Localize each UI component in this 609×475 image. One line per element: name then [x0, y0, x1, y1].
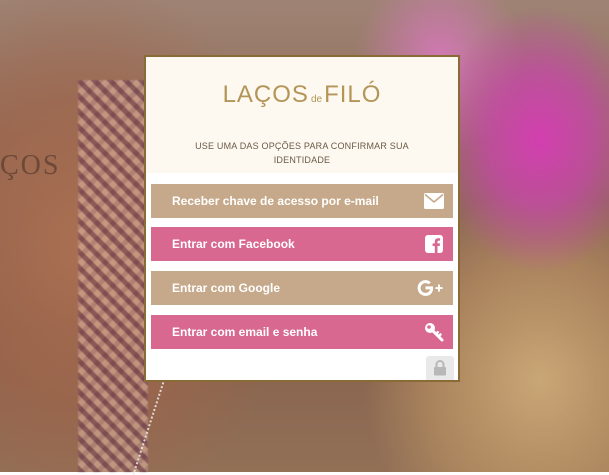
envelope-icon — [423, 190, 445, 212]
login-dialog: LAÇOS deFILÓ USE UMA DAS OPÇÕES PARA CONF… — [144, 55, 460, 382]
key-icon — [423, 321, 445, 343]
email-key-button[interactable]: Receber chave de acesso por e-mail — [151, 184, 453, 218]
brand-logo: LAÇOS deFILÓ — [146, 81, 458, 109]
dialog-header: LAÇOS deFILÓ USE UMA DAS OPÇÕES PARA CONF… — [146, 57, 458, 173]
logo-part-2: de — [310, 94, 323, 105]
facebook-button-label: Entrar com Facebook — [172, 237, 295, 251]
background-text: ÇOS — [0, 150, 61, 181]
facebook-login-button[interactable]: Entrar com Facebook — [151, 227, 453, 261]
google-plus-icon — [417, 277, 445, 299]
email-key-button-label: Receber chave de acesso por e-mail — [172, 194, 379, 208]
google-button-label: Entrar com Google — [172, 281, 281, 295]
email-password-login-button[interactable]: Entrar com email e senha — [151, 315, 453, 349]
email-password-button-label: Entrar com email e senha — [172, 325, 318, 339]
lock-icon — [426, 356, 454, 380]
google-login-button[interactable]: Entrar com Google — [151, 271, 453, 305]
logo-part-1: LAÇOS — [222, 81, 309, 108]
facebook-icon — [423, 233, 445, 255]
instructions-text: USE UMA DAS OPÇÕES PARA CONFIRMAR SUA ID… — [195, 141, 409, 165]
logo-part-3: FILÓ — [324, 81, 382, 108]
